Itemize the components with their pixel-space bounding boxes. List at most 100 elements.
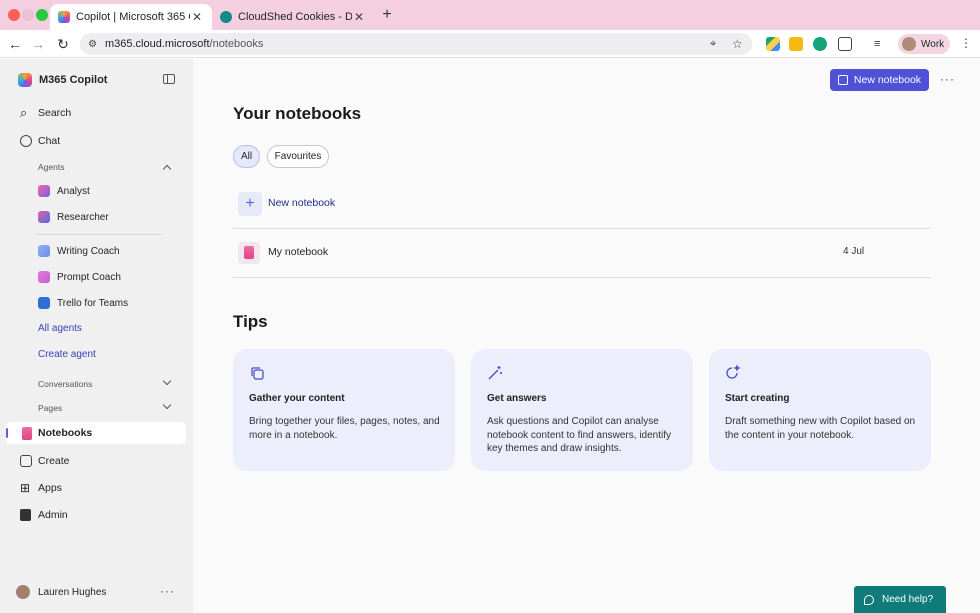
create-icon bbox=[20, 455, 32, 467]
filter-favourites[interactable]: Favourites bbox=[267, 145, 329, 168]
profile-button[interactable]: Work bbox=[898, 34, 950, 54]
headset-icon bbox=[864, 594, 874, 605]
avatar bbox=[16, 585, 30, 599]
m365-copilot-logo-icon bbox=[18, 73, 32, 87]
sidebar-item-label: Notebooks bbox=[38, 427, 93, 439]
more-options-icon[interactable]: ··· bbox=[940, 72, 955, 86]
sidebar-item-label: Trello for Teams bbox=[57, 297, 129, 309]
sidebar-item-label: Search bbox=[38, 107, 72, 119]
notebook-row[interactable]: My notebook 4 Jul bbox=[233, 230, 931, 276]
sidebar-item-admin[interactable]: Admin bbox=[0, 508, 193, 522]
all-agents-link[interactable]: All agents bbox=[38, 323, 82, 334]
sidebar-item-notebooks[interactable]: Notebooks bbox=[0, 426, 193, 440]
tips-title: Tips bbox=[233, 312, 268, 331]
grammarly-icon[interactable] bbox=[813, 37, 827, 51]
plus-icon: + bbox=[238, 192, 262, 216]
browser-menu-icon[interactable]: ⋮ bbox=[960, 36, 973, 50]
sidebar-item-writing-coach[interactable]: Writing Coach bbox=[38, 245, 120, 257]
close-window-button[interactable] bbox=[8, 9, 20, 21]
sidebar-item-label: Apps bbox=[38, 482, 62, 494]
tip-body: Bring together your files, pages, notes,… bbox=[249, 416, 440, 441]
sidebar-item-chat[interactable]: Chat bbox=[0, 134, 193, 148]
url-text: m365.cloud.microsoft/notebooks bbox=[105, 38, 263, 50]
url-host: m365.cloud.microsoft bbox=[104, 38, 210, 50]
tip-title: Gather your content bbox=[249, 393, 345, 404]
close-icon[interactable]: ✕ bbox=[352, 10, 366, 24]
divider bbox=[233, 228, 931, 229]
reload-icon[interactable]: ↻ bbox=[54, 35, 72, 53]
new-notebook-row[interactable]: + New notebook bbox=[233, 181, 931, 227]
brand[interactable]: M365 Copilot bbox=[18, 73, 107, 87]
create-agent-link[interactable]: Create agent bbox=[38, 349, 96, 360]
location-icon[interactable]: ⌖ bbox=[710, 38, 716, 51]
user-profile[interactable]: Lauren Hughes bbox=[16, 585, 106, 599]
browser-toolbar: ← → ↻ ⚙ m365.cloud.microsoft/notebooks ⌖… bbox=[0, 30, 980, 58]
notebook-date: 4 Jul bbox=[843, 246, 865, 257]
page-title: Your notebooks bbox=[233, 104, 362, 123]
chat-bubble-icon bbox=[20, 135, 32, 147]
chevron-down-icon[interactable] bbox=[162, 376, 172, 386]
tab-cloudshed[interactable]: CloudShed Cookies - Docume ✕ bbox=[212, 4, 374, 30]
sparkle-loop-icon bbox=[726, 365, 741, 379]
tip-title: Start creating bbox=[725, 393, 790, 404]
minimize-window-button[interactable] bbox=[22, 9, 34, 21]
sidebar: M365 Copilot ⌕ Search Chat Agents Analys… bbox=[0, 59, 193, 613]
conversations-section-header[interactable]: Conversations bbox=[38, 379, 92, 389]
address-bar[interactable]: ⚙ m365.cloud.microsoft/notebooks ⌖ ☆ bbox=[80, 33, 752, 55]
pages-section-header[interactable]: Pages bbox=[38, 403, 62, 413]
filter-all[interactable]: All bbox=[233, 145, 260, 168]
help-label: Need help? bbox=[882, 594, 934, 605]
sidebar-item-label: Prompt Coach bbox=[57, 271, 121, 283]
google-drive-icon[interactable] bbox=[766, 37, 780, 51]
extensions-puzzle-icon[interactable] bbox=[838, 37, 852, 51]
button-label: New notebook bbox=[853, 74, 922, 86]
agents-section-header[interactable]: Agents bbox=[38, 162, 64, 172]
collapse-sidebar-icon[interactable] bbox=[163, 74, 175, 84]
sidebar-item-researcher[interactable]: Researcher bbox=[38, 211, 109, 223]
new-notebook-label: New notebook bbox=[268, 197, 336, 209]
keep-icon[interactable] bbox=[789, 37, 803, 51]
site-settings-icon[interactable]: ⚙ bbox=[88, 39, 97, 50]
notebook-icon bbox=[22, 426, 32, 440]
new-notebook-button[interactable]: New notebook bbox=[830, 69, 929, 91]
more-options-icon[interactable]: ··· bbox=[160, 584, 175, 598]
forward-arrow-icon[interactable]: → bbox=[29, 35, 47, 53]
bookmark-star-icon[interactable]: ☆ bbox=[732, 37, 743, 51]
maximize-window-button[interactable] bbox=[36, 9, 48, 21]
copy-stack-icon bbox=[251, 367, 264, 380]
writing-coach-icon bbox=[38, 245, 50, 257]
sidebar-item-label: Analyst bbox=[57, 185, 90, 197]
prompt-coach-icon bbox=[38, 271, 50, 283]
tab-title: Copilot | Microsoft 365 Copilot bbox=[76, 11, 190, 23]
need-help-button[interactable]: Need help? bbox=[854, 586, 946, 613]
notebook-icon bbox=[238, 242, 260, 264]
sidebar-item-prompt-coach[interactable]: Prompt Coach bbox=[38, 271, 121, 283]
sidebar-item-label: Writing Coach bbox=[57, 245, 120, 257]
divider bbox=[36, 234, 162, 235]
tab-copilot[interactable]: Copilot | Microsoft 365 Copilot ✕ bbox=[50, 4, 212, 30]
new-tab-button[interactable]: + bbox=[378, 6, 396, 24]
sidebar-item-analyst[interactable]: Analyst bbox=[38, 185, 90, 197]
search-icon: ⌕ bbox=[20, 105, 28, 120]
trello-icon bbox=[38, 297, 50, 309]
sidebar-item-apps[interactable]: ⊞ Apps bbox=[0, 481, 193, 495]
close-icon[interactable]: ✕ bbox=[190, 10, 204, 24]
filter-label: All bbox=[240, 151, 253, 162]
chevron-down-icon[interactable] bbox=[162, 400, 172, 410]
chevron-up-icon[interactable] bbox=[162, 164, 172, 174]
copilot-icon bbox=[58, 11, 70, 23]
sidebar-item-label: Researcher bbox=[57, 211, 109, 223]
browser-tab-bar: Copilot | Microsoft 365 Copilot ✕ CloudS… bbox=[0, 0, 980, 30]
notebook-name: My notebook bbox=[268, 246, 329, 258]
sidebar-item-label: Create bbox=[38, 455, 70, 467]
profile-label: Work bbox=[921, 38, 945, 50]
tab-title: CloudShed Cookies - Docume bbox=[238, 11, 352, 23]
back-arrow-icon[interactable]: ← bbox=[6, 35, 24, 53]
admin-icon bbox=[20, 509, 31, 521]
sidebar-item-label: Chat bbox=[38, 135, 61, 147]
sidebar-item-trello[interactable]: Trello for Teams bbox=[38, 297, 128, 309]
sidebar-item-search[interactable]: ⌕ Search bbox=[0, 106, 193, 120]
tip-title: Get answers bbox=[487, 393, 547, 404]
sidebar-item-create[interactable]: Create bbox=[0, 454, 193, 468]
reading-list-icon[interactable]: ≡ bbox=[874, 37, 888, 51]
